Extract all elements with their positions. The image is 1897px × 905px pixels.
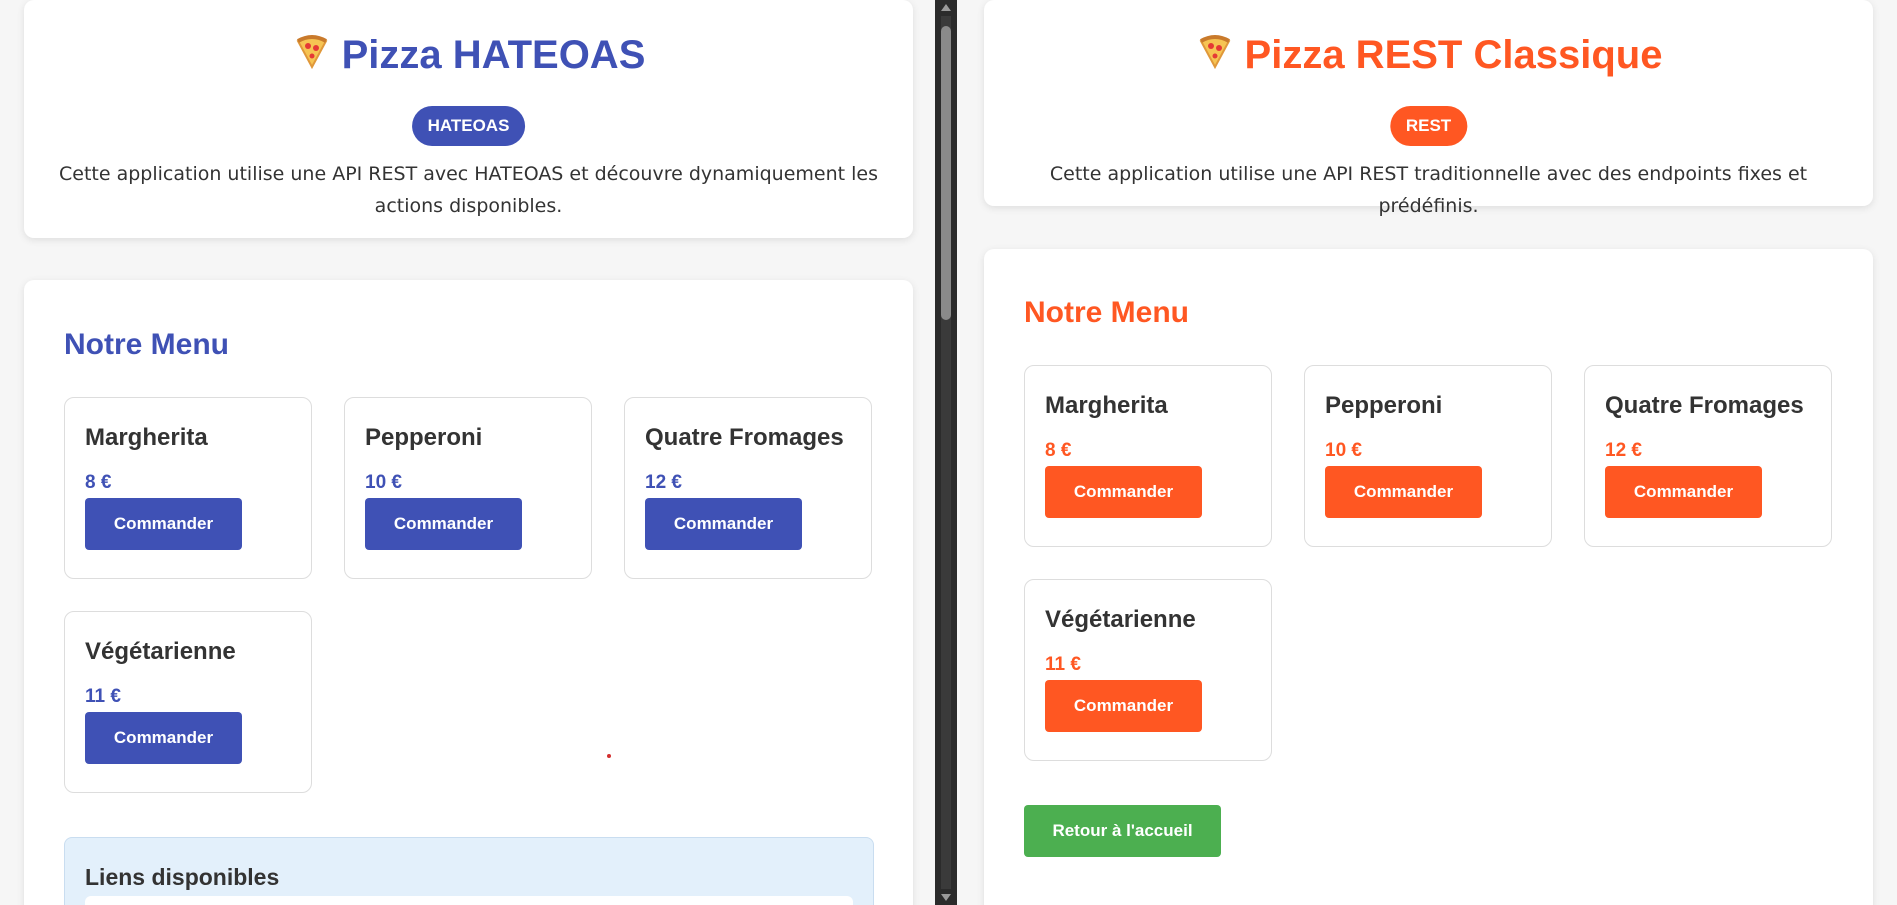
pizza-card: Quatre Fromages 12 € Commander xyxy=(624,397,872,579)
order-button[interactable]: Commander xyxy=(1045,680,1202,732)
pizza-price: 10 € xyxy=(365,472,402,493)
order-button[interactable]: Commander xyxy=(1605,466,1762,518)
menu-title: Notre Menu xyxy=(1024,296,1189,329)
order-button[interactable]: Commander xyxy=(365,498,522,550)
app-description: Cette application utilise une API REST t… xyxy=(1049,163,1808,217)
pizza-price: 11 € xyxy=(85,686,121,707)
page-title: Pizza HATEOAS xyxy=(24,30,913,83)
pizza-card: Margherita 8 € Commander xyxy=(64,397,312,579)
page-title: Pizza REST Classique xyxy=(984,30,1873,83)
order-button[interactable]: Commander xyxy=(645,498,802,550)
api-type-badge: REST xyxy=(1389,106,1468,146)
pizza-price: 12 € xyxy=(1605,440,1642,461)
pizza-price: 12 € xyxy=(645,472,682,493)
pizza-price: 8 € xyxy=(85,472,112,493)
pizza-card: Végétarienne 11 € Commander xyxy=(64,611,312,793)
pizza-name: Végétarienne xyxy=(85,638,236,665)
order-button[interactable]: Commander xyxy=(1045,466,1202,518)
pizza-name: Margherita xyxy=(85,424,208,451)
pizza-name: Quatre Fromages xyxy=(1605,392,1804,419)
menu-card: Notre Menu Margherita 8 € Commander Pepp… xyxy=(24,280,913,905)
app-description: Cette application utilise une API REST a… xyxy=(59,163,878,217)
pizza-icon xyxy=(292,31,332,83)
pizza-name: Pepperoni xyxy=(365,424,483,451)
links-title: Liens disponibles xyxy=(85,864,280,890)
pizza-price: 8 € xyxy=(1045,440,1072,461)
pizza-name: Végétarienne xyxy=(1045,606,1196,633)
links-list xyxy=(85,896,853,905)
pizza-name: Quatre Fromages xyxy=(645,424,844,451)
pizza-card: Pepperoni 10 € Commander xyxy=(344,397,592,579)
order-button[interactable]: Commander xyxy=(85,712,242,764)
pizza-name: Margherita xyxy=(1045,392,1168,419)
pane-scrollbar[interactable] xyxy=(935,0,957,905)
back-home-button[interactable]: Retour à l'accueil xyxy=(1024,805,1221,857)
hateoas-app-pane: Pizza HATEOAS HATEOAS Cette application … xyxy=(0,0,935,905)
scroll-down-icon[interactable] xyxy=(941,894,951,901)
menu-title: Notre Menu xyxy=(64,328,229,361)
available-links-panel: Liens disponibles xyxy=(64,837,874,905)
pizza-price: 10 € xyxy=(1325,440,1362,461)
scrollbar-thumb[interactable] xyxy=(941,26,951,320)
pizza-price: 11 € xyxy=(1045,654,1081,675)
scroll-up-icon[interactable] xyxy=(941,4,951,11)
cursor-dot xyxy=(607,754,611,758)
pizza-name: Pepperoni xyxy=(1325,392,1443,419)
pizza-card: Margherita 8 € Commander xyxy=(1024,365,1272,547)
api-type-badge: HATEOAS xyxy=(411,106,526,146)
order-button[interactable]: Commander xyxy=(1325,466,1482,518)
pizza-card: Pepperoni 10 € Commander xyxy=(1304,365,1552,547)
pizza-card: Quatre Fromages 12 € Commander xyxy=(1584,365,1832,547)
rest-header-card: Pizza REST Classique REST Cette applicat… xyxy=(984,0,1873,217)
rest-app-pane: Pizza REST Classique REST Cette applicat… xyxy=(957,0,1897,905)
pizza-card: Végétarienne 11 € Commander xyxy=(1024,579,1272,761)
pizza-icon xyxy=(1195,31,1235,83)
hateoas-header-card: Pizza HATEOAS HATEOAS Cette application … xyxy=(24,0,913,238)
order-button[interactable]: Commander xyxy=(85,498,242,550)
